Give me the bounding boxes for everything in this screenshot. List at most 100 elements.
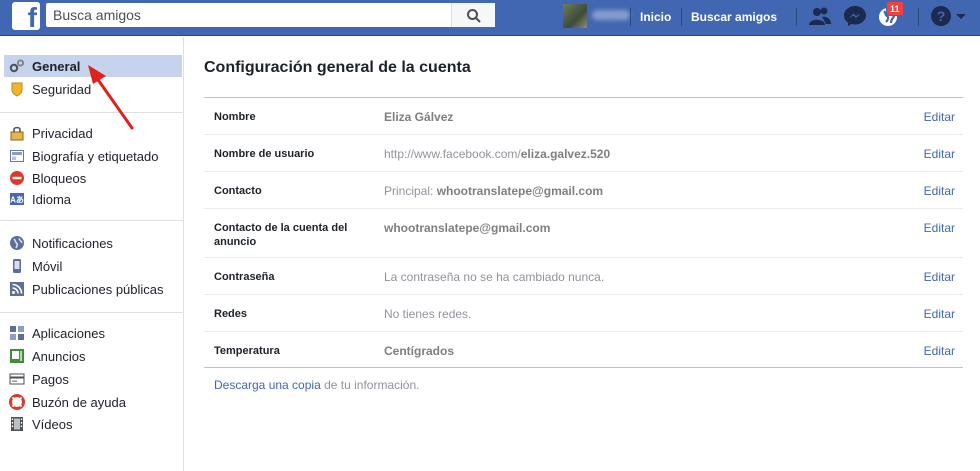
ads-icon [10,349,24,363]
search-button[interactable] [451,3,495,27]
download-link[interactable]: Descarga [214,378,265,392]
row-label: Contraseña [214,271,275,283]
sidebar-divider [0,312,183,313]
timeline-icon [10,150,24,162]
sidebar-item-notifications[interactable]: Notificaciones [4,232,182,254]
sidebar-item-label: General [32,58,81,74]
row-value-plain: La contraseña no se ha cambiado nunca. [384,270,605,284]
rss-icon [10,282,24,296]
settings-row-username[interactable]: Nombre de usuario http://www.facebook.co… [204,134,963,171]
language-icon: Aあ [10,193,24,205]
messenger-icon[interactable] [843,5,867,27]
shield-badge-icon [11,82,23,97]
friend-requests-icon[interactable] [808,5,832,27]
row-value: La contraseña no se ha cambiado nunca. [384,269,604,285]
edit-link[interactable]: Editar [924,306,955,322]
row-value-bold: Eliza Gálvez [384,110,454,124]
row-label: Contacto [214,185,262,197]
sidebar-item-public-posts[interactable]: Publicaciones públicas [4,278,182,300]
settings-row-password[interactable]: Contraseña La contraseña no se ha cambia… [204,257,963,294]
sidebar-item-label: Pagos [32,371,69,387]
chevron-down-icon[interactable] [954,5,968,27]
lifebuoy-icon [9,394,25,410]
sidebar-item-label: Aplicaciones [32,325,105,341]
edit-link[interactable]: Editar [924,146,955,162]
lock-icon [10,126,24,141]
edit-link[interactable]: Editar [924,269,955,285]
annotation-arrow [88,65,134,130]
download-info-text: Descarga una copia de tu información. [214,378,419,392]
sidebar-item-label: Seguridad [32,81,92,97]
row-value: Eliza Gálvez [384,109,453,125]
row-label: Contacto de la cuenta del anuncio [214,222,348,248]
top-bar: f Inicio Buscar amigos 11 ? [0,0,980,36]
row-value: http://www.facebook.com/eliza.galvez.520 [384,146,610,162]
sidebar-item-label: Bloqueos [32,170,87,186]
search-input[interactable] [46,3,451,27]
nav-divider [630,8,631,26]
facebook-logo-letter: f [27,2,37,33]
globe-icon [10,236,24,250]
gears-icon [9,59,24,73]
sidebar-item-videos[interactable]: Vídeos [4,413,182,435]
sidebar-item-label: Móvil [32,258,63,274]
row-label: Temperatura [214,345,280,357]
sidebar-item-label: Vídeos [32,416,73,432]
svg-text:?: ? [937,8,946,24]
copy-link[interactable]: una copia [269,378,321,392]
profile-name-blurred[interactable] [592,10,630,20]
film-icon [11,417,23,431]
sidebar-item-blocking[interactable]: Bloqueos [4,167,182,189]
row-value-bold: eliza.galvez.520 [520,147,611,161]
facebook-logo[interactable]: f [12,2,40,33]
block-icon [10,171,24,185]
edit-link[interactable]: Editar [924,109,955,125]
row-value: Centígrados [384,343,454,359]
nav-find-friends-link[interactable]: Buscar amigos [691,7,777,27]
page-title: Configuración general de la cuenta [204,59,471,76]
settings-row-networks[interactable]: Redes No tienes redes. Editar [204,294,963,331]
row-value-plain: Principal: [384,184,437,198]
nav-divider [796,8,797,26]
avatar[interactable] [563,4,587,28]
nav-divider [681,8,682,26]
svg-text:Aあ: Aあ [10,196,24,205]
row-value-bold: whootranslatepe@gmail.com [436,184,604,198]
settings-row-ad-account-contact[interactable]: Contacto de la cuenta del anuncio whootr… [204,208,963,257]
sidebar-item-timeline[interactable]: Biografía y etiquetado [4,145,182,167]
settings-row-contact[interactable]: Contacto Principal: whootranslatepe@gmai… [204,171,963,208]
sidebar-divider [0,220,183,221]
row-value-bold: whootranslatepe@gmail.com [384,221,551,235]
row-value: Principal: whootranslatepe@gmail.com [384,183,603,199]
sidebar-item-label: Idioma [32,191,72,207]
search-box [46,3,495,27]
sidebar-item-apps[interactable]: Aplicaciones [4,322,182,344]
sidebar-item-support-inbox[interactable]: Buzón de ayuda [4,391,182,413]
apps-icon [10,326,24,340]
sidebar-item-label: Buzón de ayuda [32,394,126,410]
row-value-plain: No tienes redes. [384,307,472,321]
sidebar-item-language[interactable]: Aあ Idioma [4,188,182,210]
edit-link[interactable]: Editar [924,183,955,199]
row-label: Nombre de usuario [214,148,315,160]
help-icon[interactable]: ? [930,5,954,27]
notifications-badge: 11 [886,1,904,16]
credit-card-icon [9,373,25,385]
sidebar-item-payments[interactable]: Pagos [4,368,182,390]
footer-text-part: de tu información. [320,378,420,392]
sidebar-item-label: Anuncios [32,348,86,364]
search-icon [467,9,481,23]
settings-row-temperature[interactable]: Temperatura Centígrados Editar [204,331,963,367]
nav-home-link[interactable]: Inicio [640,7,671,27]
sidebar-item-label: Biografía y etiquetado [32,148,159,164]
edit-link[interactable]: Editar [924,220,955,236]
mobile-icon [13,259,21,273]
nav-divider [918,8,919,26]
row-value: No tienes redes. [384,306,471,322]
row-value-bold: Centígrados [384,344,455,358]
sidebar-item-mobile[interactable]: Móvil [4,255,182,277]
sidebar-item-ads[interactable]: Anuncios [4,345,182,367]
sidebar-item-label: Publicaciones públicas [32,281,164,297]
settings-row-name[interactable]: Nombre Eliza Gálvez Editar [204,98,963,134]
edit-link[interactable]: Editar [924,343,955,359]
